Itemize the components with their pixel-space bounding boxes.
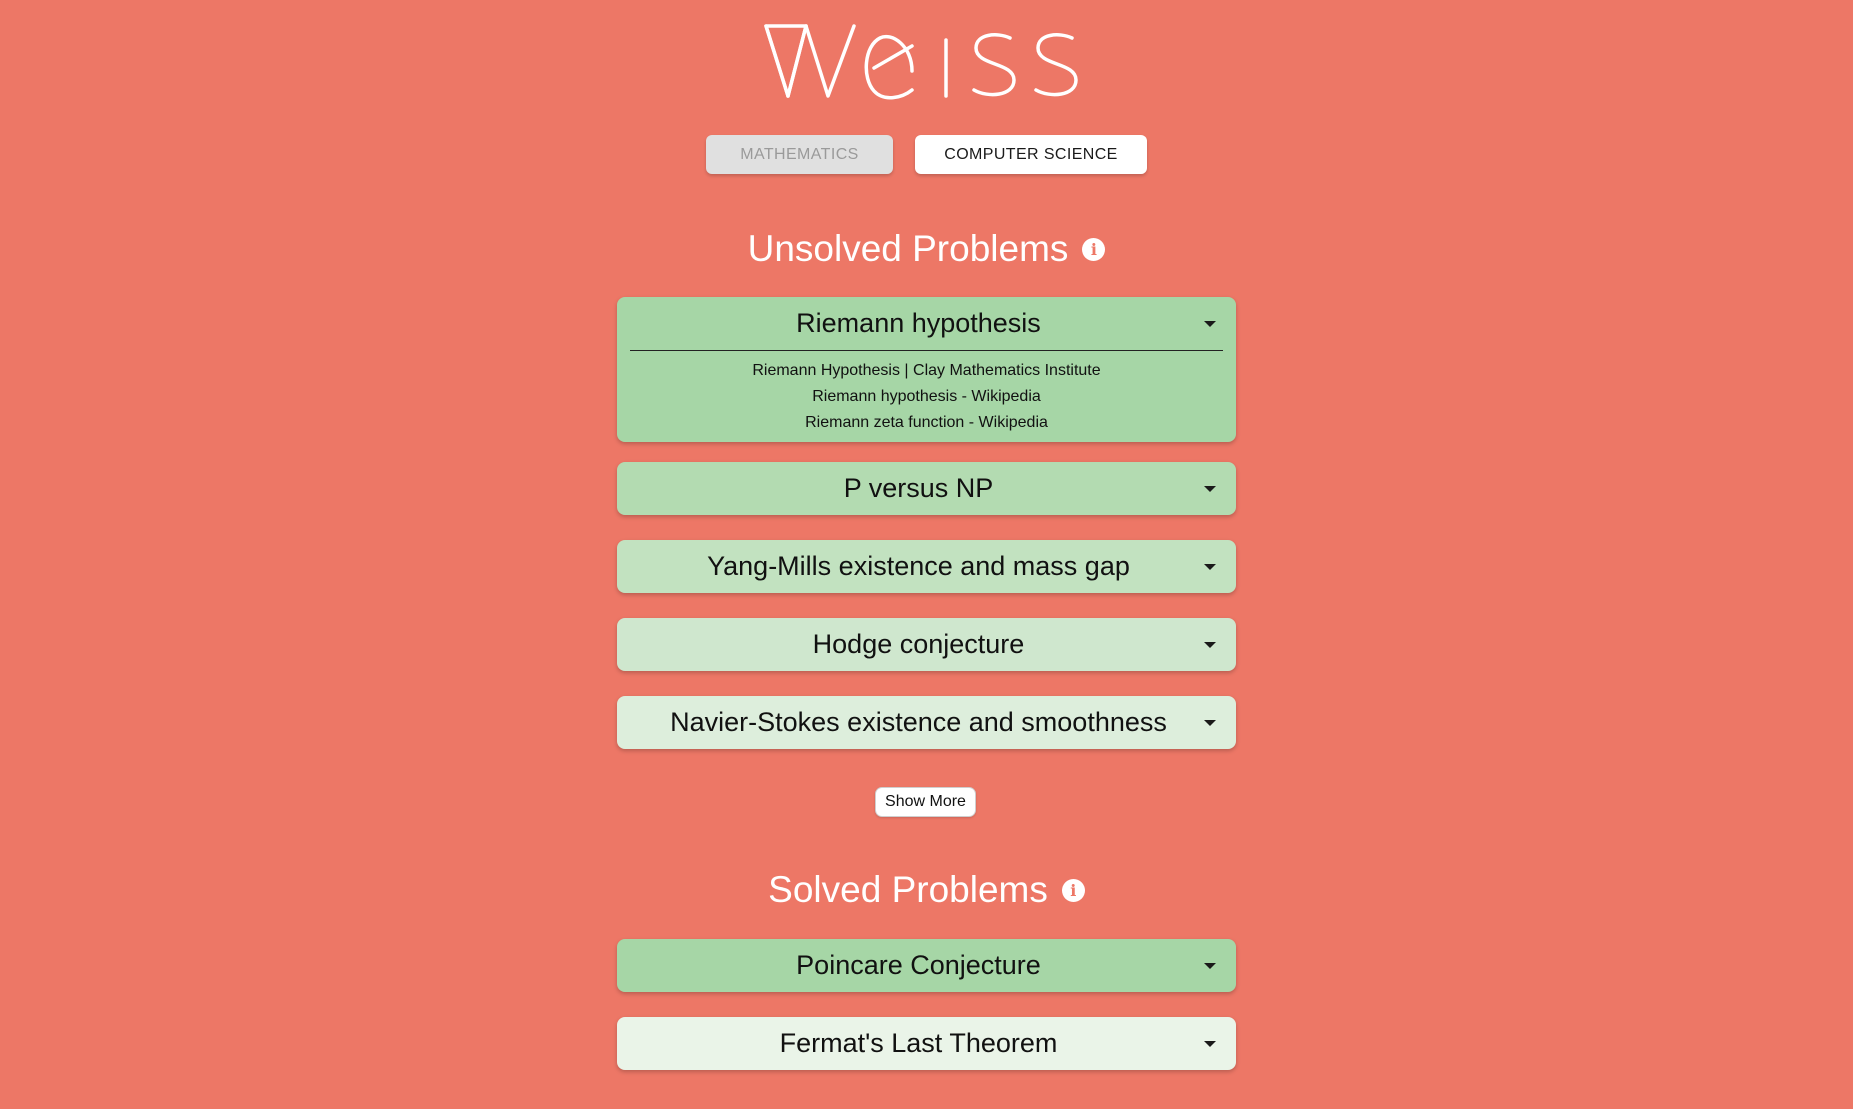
problem-title: Poincare Conjecture (796, 950, 1041, 980)
problem-card-p-vs-np: P versus NP (617, 462, 1236, 515)
problem-title: Hodge conjecture (812, 629, 1025, 659)
problem-card-yang-mills: Yang-Mills existence and mass gap (617, 540, 1236, 593)
problem-card-riemann: Riemann hypothesis Riemann Hypothesis | … (617, 297, 1236, 442)
problem-card-header[interactable]: Hodge conjecture (617, 618, 1236, 671)
section-title: Solved Problems (768, 869, 1048, 910)
problem-title: Riemann hypothesis (796, 308, 1041, 338)
problem-card-header[interactable]: P versus NP (617, 462, 1236, 515)
problem-card-navier-stokes: Navier-Stokes existence and smoothness (617, 696, 1236, 749)
info-icon[interactable]: i (1082, 237, 1106, 261)
logo: weiss (0, 16, 1853, 106)
problem-title: Yang-Mills existence and mass gap (707, 551, 1130, 581)
problem-title: Fermat's Last Theorem (779, 1028, 1058, 1058)
problem-title: P versus NP (843, 473, 994, 503)
problem-card-header[interactable]: Yang-Mills existence and mass gap (617, 540, 1236, 593)
caret-down-icon[interactable] (1204, 321, 1216, 327)
problem-title: Navier-Stokes existence and smoothness (670, 707, 1167, 737)
weiss-logo (763, 24, 1078, 100)
tab-mathematics[interactable]: MATHEMATICS (706, 135, 893, 174)
tab-computer-science[interactable]: COMPUTER SCIENCE (915, 135, 1147, 174)
caret-down-icon[interactable] (1204, 1041, 1216, 1047)
caret-down-icon[interactable] (1204, 486, 1216, 492)
subject-tabs: MATHEMATICS COMPUTER SCIENCE (0, 135, 1853, 174)
problem-link[interactable]: Riemann hypothesis - Wikipedia (617, 384, 1236, 410)
problem-card-fermat: Fermat's Last Theorem (617, 1017, 1236, 1070)
problem-link[interactable]: Riemann Hypothesis | Clay Mathematics In… (617, 358, 1236, 384)
caret-down-icon[interactable] (1204, 963, 1216, 969)
problem-card-header[interactable]: Navier-Stokes existence and smoothness (617, 696, 1236, 749)
problem-card-header[interactable]: Poincare Conjecture (617, 939, 1236, 992)
unsolved-problems-heading: Unsolved Problems i (0, 228, 1853, 270)
caret-down-icon[interactable] (1204, 642, 1216, 648)
caret-down-icon[interactable] (1204, 720, 1216, 726)
solved-problems-heading: Solved Problems i (0, 869, 1853, 911)
section-title: Unsolved Problems (747, 228, 1069, 269)
problem-card-poincare: Poincare Conjecture (617, 939, 1236, 992)
show-more-button[interactable]: Show More (875, 787, 976, 817)
problem-link[interactable]: Riemann zeta function - Wikipedia (617, 410, 1236, 436)
info-icon[interactable]: i (1061, 878, 1085, 902)
caret-down-icon[interactable] (1204, 564, 1216, 570)
problem-links: Riemann Hypothesis | Clay Mathematics In… (617, 351, 1236, 442)
problem-card-header[interactable]: Fermat's Last Theorem (617, 1017, 1236, 1070)
problem-card-hodge: Hodge conjecture (617, 618, 1236, 671)
problem-card-header[interactable]: Riemann hypothesis (617, 297, 1236, 350)
